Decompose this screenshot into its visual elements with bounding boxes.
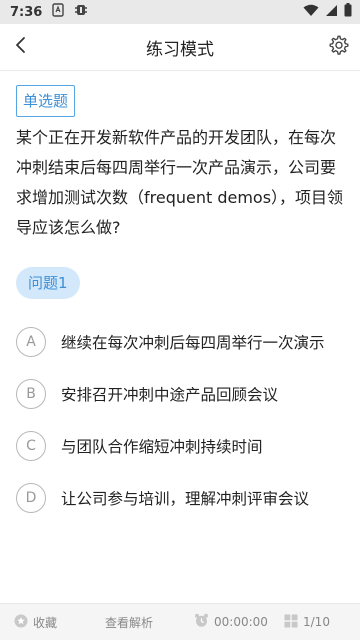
wifi-icon (303, 4, 319, 21)
status-bar: 7:36 (0, 0, 360, 24)
app-bar: 练习模式 (0, 24, 360, 71)
favorite-label: 收藏 (33, 615, 58, 630)
option-text: 让公司参与培训，理解冲刺评审会议 (61, 490, 310, 508)
question-text: 某个正在开发新软件产品的开发团队，在每次冲刺结束后每四周举行一次产品演示，公司要… (16, 128, 344, 237)
battery-icon (344, 3, 352, 21)
settings-button[interactable] (326, 34, 352, 60)
star-icon (14, 614, 28, 631)
option-text: 与团队合作缩短冲刺持续时间 (61, 438, 263, 456)
option-d[interactable]: D 让公司参与培训，理解冲刺评审会议 (16, 481, 346, 515)
option-a[interactable]: A 继续在每次冲刺后每四周举行一次演示 (16, 325, 346, 359)
progress-label: 1/10 (303, 615, 330, 629)
bottom-toolbar: 收藏 查看解析 00:00:00 1/10 (0, 603, 360, 640)
timer-value: 00:00:00 (214, 615, 268, 629)
sim-card-icon (52, 3, 65, 21)
option-letter: D (16, 483, 46, 513)
question-type-badge: 单选题 (16, 85, 76, 117)
option-b[interactable]: B 安排召开冲刺中途产品回顾会议 (16, 377, 346, 411)
question-number-chip: 问题1 (16, 267, 80, 299)
progress-indicator[interactable]: 1/10 (284, 604, 330, 640)
back-button[interactable] (0, 24, 42, 70)
status-icons-right (303, 3, 352, 21)
page-title: 练习模式 (146, 39, 214, 60)
alarm-clock-icon (194, 613, 209, 631)
favorite-button[interactable]: 收藏 (14, 604, 57, 640)
option-letter: A (16, 327, 46, 357)
grid-icon (284, 614, 298, 631)
option-text: 安排召开冲刺中途产品回顾会议 (61, 386, 279, 404)
bug-icon (74, 3, 88, 21)
option-c[interactable]: C 与团队合作缩短冲刺持续时间 (16, 429, 346, 463)
status-icons-left (52, 3, 88, 21)
status-time: 7:36 (10, 4, 43, 20)
signal-icon (325, 4, 338, 21)
option-text: 继续在每次冲刺后每四周举行一次演示 (61, 334, 325, 352)
gear-icon (328, 34, 350, 60)
option-letter: C (16, 431, 46, 461)
view-analysis-button[interactable]: 查看解析 (105, 604, 153, 640)
question-area: 单选题 某个正在开发新软件产品的开发团队，在每次冲刺结束后每四周举行一次产品演示… (0, 71, 360, 604)
option-letter: B (16, 379, 46, 409)
chevron-left-icon (15, 36, 27, 58)
timer: 00:00:00 (194, 604, 268, 640)
view-analysis-label: 查看解析 (105, 615, 154, 630)
